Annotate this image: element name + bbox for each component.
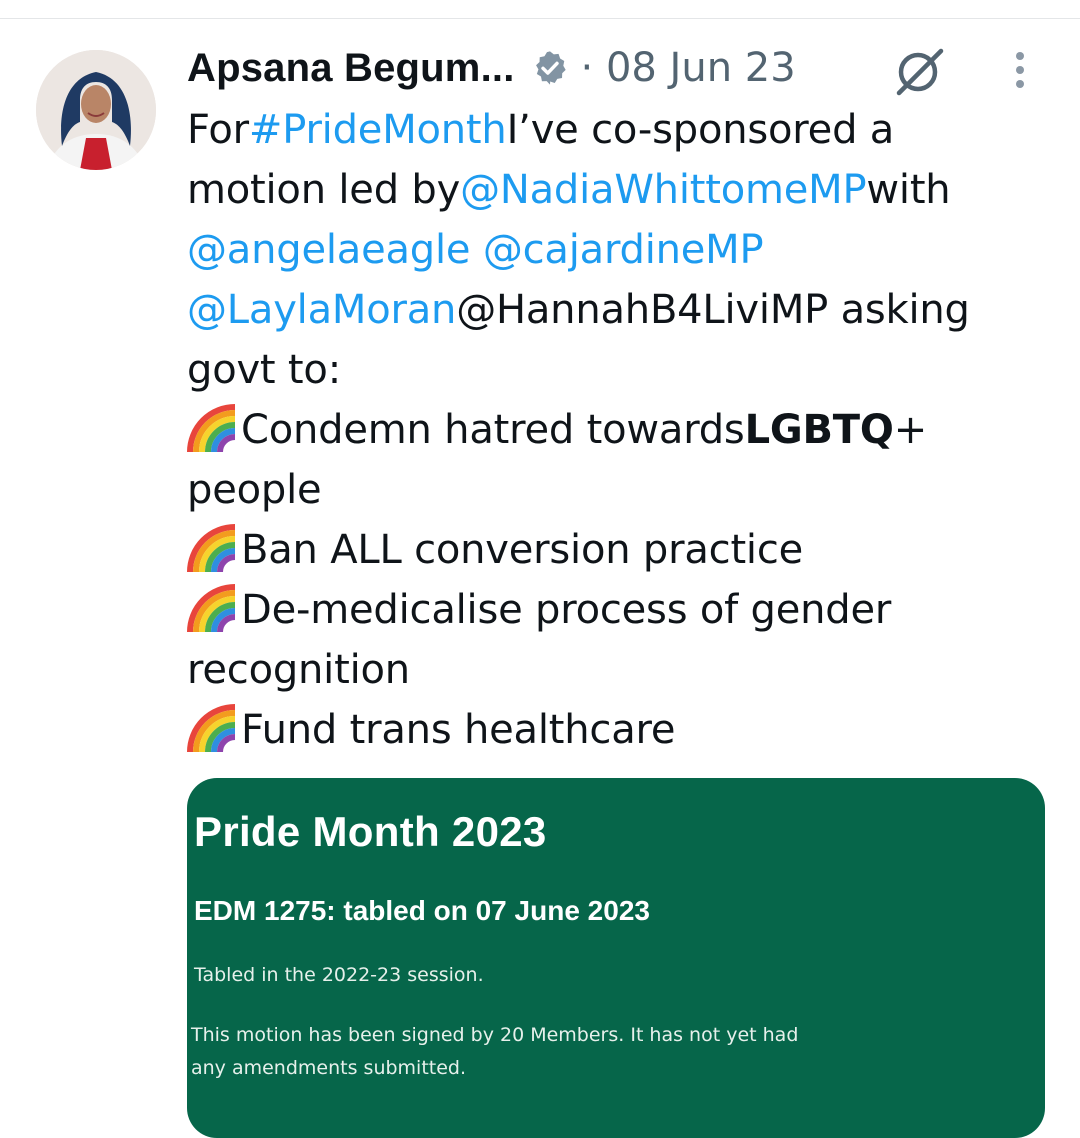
tweet-line: govt to: — [187, 347, 341, 393]
tweet-line: people — [187, 467, 322, 513]
card-title: Pride Month 2023 — [194, 808, 547, 855]
mention-link[interactable]: @NadiaWhittomeMP — [460, 160, 867, 220]
tweet-line: recognition — [187, 647, 410, 693]
tweet-line: Fund trans healthcare — [187, 700, 1057, 760]
avatar[interactable] — [36, 50, 156, 170]
attached-image[interactable]: Pride Month 2023 EDM 1275: tabled on 07 … — [187, 778, 1045, 1138]
tweet-line: Ban ALL conversion practice — [187, 520, 1057, 580]
rainbow-emoji-icon — [187, 404, 236, 453]
tweet-line: For #PrideMonth I’ve co-sponsored a — [187, 100, 1057, 160]
rainbow-emoji-icon — [187, 524, 236, 573]
rainbow-emoji-icon — [187, 704, 236, 753]
tweet-date[interactable]: · 08 Jun 23 — [581, 45, 796, 91]
tweet-line: @LaylaMoran @HannahB4LiviMP asking — [187, 280, 1057, 340]
mention-link[interactable]: @angelaeagle — [187, 220, 471, 280]
tweet-line: @angelaeagle @cajardineMP — [187, 220, 1057, 280]
mention-link[interactable]: @LaylaMoran — [187, 280, 456, 340]
author-name[interactable]: Apsana Begum... — [187, 46, 515, 91]
tweet-text: For #PrideMonth I’ve co-sponsored a moti… — [187, 100, 1057, 760]
verified-badge-icon — [535, 51, 566, 85]
card-subtitle: EDM 1275: tabled on 07 June 2023 — [194, 895, 650, 926]
mention-link[interactable]: @cajardineMP — [483, 220, 764, 280]
card-session-text: Tabled in the 2022-23 session. — [194, 964, 484, 986]
tweet-line: Condemn hatred towards LGBTQ + — [187, 400, 1057, 460]
rainbow-emoji-icon — [187, 584, 236, 633]
tweet-line: motion led by @NadiaWhittomeMP with — [187, 160, 1057, 220]
tweet-line: De-medicalise process of gender — [187, 580, 1057, 640]
card-signed-text: This motion has been signed by 20 Member… — [191, 1024, 799, 1079]
avatar-image — [36, 50, 156, 170]
more-options-icon[interactable] — [1008, 52, 1032, 94]
hashtag-link[interactable]: #PrideMonth — [249, 100, 507, 160]
tweet-header: Apsana Begum... · 08 Jun 23 — [187, 40, 796, 96]
grok-icon[interactable] — [893, 44, 947, 98]
top-divider — [0, 18, 1080, 19]
